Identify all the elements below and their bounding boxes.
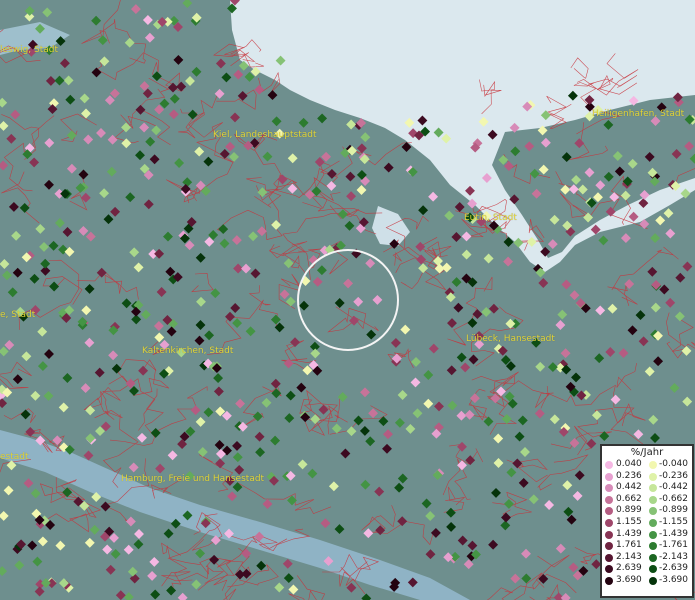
- legend: %/Jahr 0.040 -0.040 0.236 -0.236 0.442 -0.442…: [600, 444, 694, 598]
- legend-value-positive: 0.040: [616, 459, 642, 469]
- legend-swatch-negative: [649, 530, 657, 539]
- legend-swatch-negative: [649, 553, 657, 562]
- legend-value-positive: 0.442: [616, 482, 642, 493]
- legend-swatch-negative: [649, 507, 657, 516]
- legend-swatch-negative: [649, 565, 657, 574]
- legend-row: 0.442 -0.442: [602, 482, 692, 494]
- city-label-heiligenhafen: Heiligenhafen, Stadt: [592, 109, 685, 119]
- legend-row: 1.155 -1.155: [602, 517, 692, 529]
- legend-row: 2.143 -2.143: [602, 552, 692, 564]
- legend-swatch-positive: [605, 472, 613, 481]
- legend-rows: 0.040 -0.040 0.236 -0.236 0.442 -0.442 0.662 -0…: [602, 459, 692, 587]
- legend-swatch-positive: [605, 542, 613, 551]
- legend-value-positive: 0.662: [616, 493, 642, 504]
- legend-value-positive: 3.690: [616, 574, 642, 585]
- legend-value-negative: -2.143: [659, 551, 689, 562]
- legend-swatch-positive: [605, 518, 613, 527]
- legend-swatch-positive: [605, 461, 613, 469]
- legend-swatch-positive: [605, 553, 613, 562]
- legend-swatch-negative: [649, 495, 657, 504]
- city-label-eutin: Eutin, Stadt: [464, 213, 517, 223]
- legend-value-positive: 0.899: [616, 505, 642, 516]
- legend-swatch-positive: [605, 495, 613, 504]
- legend-swatch-positive: [605, 507, 613, 516]
- legend-value-positive: 2.143: [616, 551, 642, 562]
- legend-value-negative: -3.690: [659, 574, 689, 585]
- legend-swatch-negative: [649, 518, 657, 527]
- legend-swatch-negative: [649, 542, 657, 551]
- legend-swatch-positive: [605, 484, 613, 493]
- city-label-west: e, Stadt: [0, 310, 36, 320]
- legend-value-negative: -0.899: [659, 505, 689, 516]
- legend-value-negative: -0.040: [659, 459, 689, 469]
- city-label-hamburg: Hamburg, Freie und Hansestadt: [121, 474, 265, 484]
- legend-value-positive: 1.761: [616, 540, 642, 551]
- city-label-luebeck: Lübeck, Hansestadt: [466, 334, 555, 344]
- legend-value-negative: -0.662: [659, 493, 689, 504]
- legend-row: 3.690 -3.690: [602, 575, 692, 587]
- legend-swatch-negative: [649, 461, 657, 469]
- legend-swatch-positive: [605, 576, 613, 585]
- city-label-kaltenkirchen: Kaltenkirchen, Stadt: [142, 346, 234, 356]
- legend-row: 0.899 -0.899: [602, 505, 692, 517]
- map-canvas[interactable]: [0, 0, 695, 600]
- city-label-kiel: Kiel, Landeshauptstadt: [213, 130, 317, 140]
- legend-swatch-positive: [605, 565, 613, 574]
- legend-row: 0.662 -0.662: [602, 494, 692, 506]
- legend-value-negative: -2.639: [659, 563, 689, 574]
- legend-row: 2.639 -2.639: [602, 563, 692, 575]
- city-label-stade: estadt: [0, 452, 29, 462]
- legend-value-negative: -0.236: [659, 470, 689, 481]
- legend-swatch-negative: [649, 576, 657, 585]
- legend-value-negative: -1.761: [659, 540, 689, 551]
- legend-value-negative: -1.155: [659, 516, 689, 527]
- legend-value-positive: 0.236: [616, 470, 642, 481]
- legend-value-positive: 1.155: [616, 516, 642, 527]
- legend-row: 0.040 -0.040: [602, 459, 692, 471]
- legend-swatch-negative: [649, 472, 657, 481]
- legend-row: 0.236 -0.236: [602, 471, 692, 483]
- legend-title: %/Jahr: [630, 447, 664, 458]
- legend-value-negative: -0.442: [659, 482, 689, 493]
- legend-value-negative: -1.439: [659, 528, 689, 539]
- legend-swatch-positive: [605, 530, 613, 539]
- city-label-schleswig: leswig, Stadt: [0, 45, 59, 55]
- legend-row: 1.761 -1.761: [602, 540, 692, 552]
- legend-value-positive: 2.639: [616, 563, 642, 574]
- legend-swatch-negative: [649, 484, 657, 493]
- legend-row: 1.439 -1.439: [602, 529, 692, 541]
- legend-value-positive: 1.439: [616, 528, 642, 539]
